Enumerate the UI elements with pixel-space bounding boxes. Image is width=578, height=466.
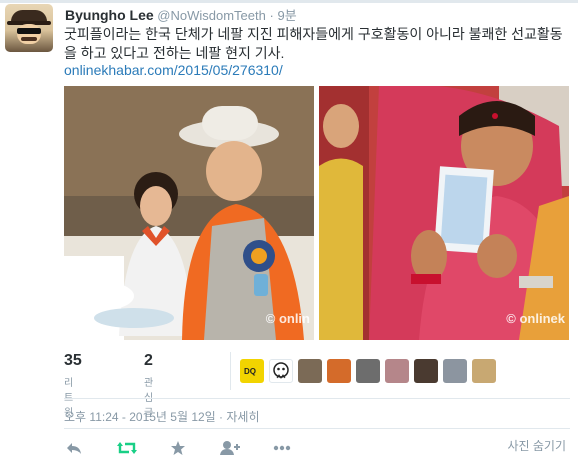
reply-icon[interactable] — [65, 440, 83, 461]
photo-avatar-icon[interactable] — [385, 359, 409, 383]
photo-1-illustration — [64, 86, 314, 340]
orange-avatar-icon[interactable] — [327, 359, 351, 383]
tweet-timestamp[interactable]: 오후 11:24 - 2015년 5월 12일 · 자세히 — [64, 408, 260, 425]
photo-2-watermark: © onlinek — [506, 311, 565, 326]
yellow-avatar-icon[interactable]: DQ — [240, 359, 264, 383]
photo-1-watermark: © onlin — [265, 311, 310, 326]
yellow-avatar-graphic: DQ — [244, 367, 256, 376]
divider-top — [64, 398, 570, 399]
reply-icon-graphic — [67, 443, 81, 454]
retweet-icon[interactable] — [116, 440, 138, 461]
user-handle[interactable]: @NoWisdomTeeth — [157, 8, 266, 23]
ghost-avatar-icon[interactable] — [269, 359, 293, 383]
user-name[interactable]: Byungho Lee — [65, 7, 154, 23]
more-options-icon[interactable] — [272, 440, 292, 461]
favorite-star-icon[interactable] — [170, 440, 186, 461]
avatar-face — [17, 24, 41, 44]
tweet-header: Byungho Lee @NoWisdomTeeth · 9분 — [65, 5, 297, 24]
svg-text:DQ: DQ — [244, 367, 256, 376]
hide-media-link[interactable]: 사진 숨기기 — [507, 437, 566, 454]
tweet-time[interactable]: 9분 — [277, 8, 296, 23]
retweet-count: 35 — [64, 352, 82, 369]
stats-divider — [230, 352, 231, 390]
photo-avatar-icon[interactable] — [356, 359, 380, 383]
photo-2-illustration — [319, 86, 569, 340]
top-border — [0, 0, 578, 3]
more-options-icon-graphic — [273, 445, 291, 451]
photo-avatar-icon[interactable] — [414, 359, 438, 383]
ghost-avatar-graphic — [273, 362, 289, 379]
follow-user-icon-graphic — [220, 441, 240, 455]
tweet-photo-2[interactable]: © onlinek — [319, 86, 569, 340]
star-icon-graphic — [171, 441, 185, 455]
divider-bottom — [64, 428, 570, 429]
avatar-glasses — [17, 28, 41, 34]
separator-dot: · — [269, 8, 274, 23]
retweet-icon-graphic — [117, 442, 137, 454]
tweet-text: 굿피플이라는 한국 단체가 네팔 지진 피해자들에게 구호활동이 아니라 불쾌한… — [64, 26, 563, 61]
tweet-photo-1[interactable]: © onlin — [64, 86, 314, 340]
favorite-count: 2 — [144, 352, 153, 369]
avatar-mustache — [21, 37, 37, 41]
tweet-link[interactable]: onlinekhabar.com/2015/05/276310/ — [64, 62, 283, 78]
photo-avatar-icon[interactable] — [472, 359, 496, 383]
photo-avatar-icon[interactable] — [298, 359, 322, 383]
user-avatar[interactable] — [5, 4, 53, 52]
follow-user-icon[interactable] — [220, 440, 240, 461]
photo-avatar-icon[interactable] — [443, 359, 467, 383]
